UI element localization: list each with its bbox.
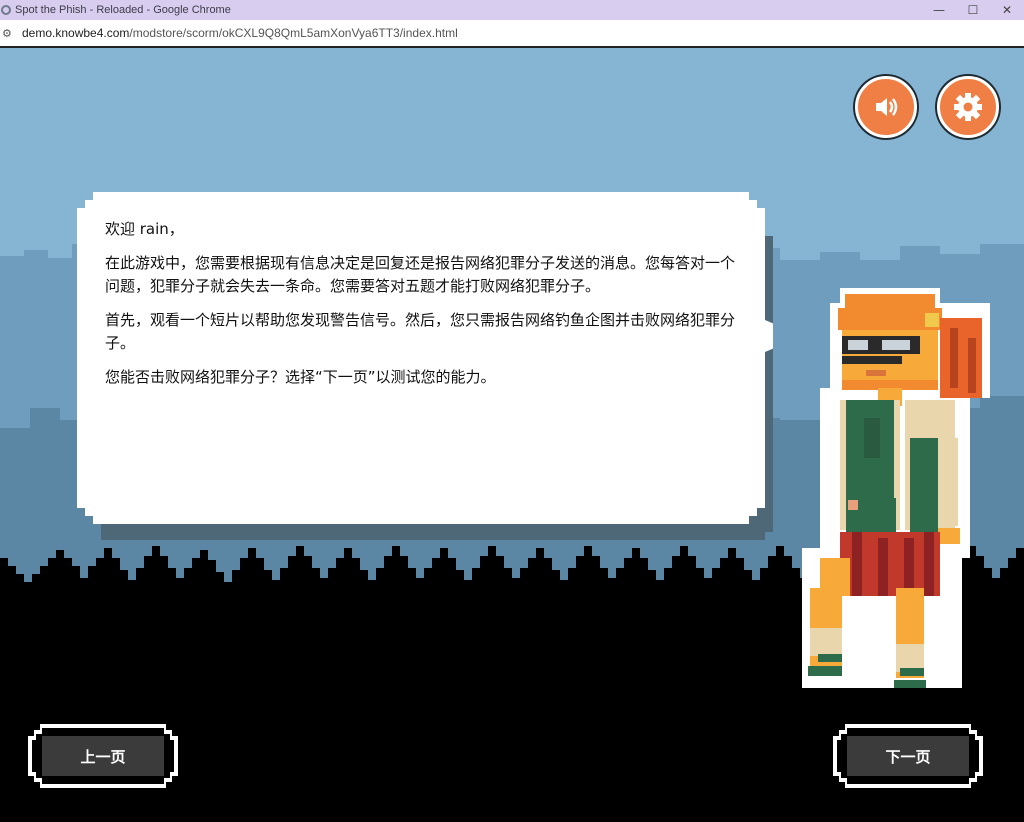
greeting-text: 欢迎 rain， <box>105 220 184 238</box>
chrome-app-icon <box>1 5 11 15</box>
address-bar[interactable]: ⚙ demo.knowbe4.com/modstore/scorm/okCXL9… <box>0 20 1024 47</box>
next-page-label: 下一页 <box>885 747 931 766</box>
url-text[interactable]: demo.knowbe4.com/modstore/scorm/okCXL9Q8… <box>22 26 458 40</box>
instruction-paragraph: 首先，观看一个短片以帮助您发现警告信号。然后，您只需报告网络钓鱼企图并击败网络犯… <box>105 311 736 352</box>
dialog-text: 欢迎 rain， 在此游戏中，您需要根据现有信息决定是回复还是报告网络犯罪分子发… <box>105 218 745 400</box>
body <box>840 388 960 546</box>
window-titlebar: Spot the Phish - Reloaded - Google Chrom… <box>0 0 1024 20</box>
maximize-button[interactable]: ☐ <box>956 0 990 20</box>
settings-button[interactable] <box>937 76 999 138</box>
sound-button[interactable] <box>855 76 917 138</box>
url-path: /modstore/scorm/okCXL9Q8QmL5amXonVya6TT3… <box>129 26 458 40</box>
gear-icon <box>954 93 982 121</box>
skirt <box>840 532 940 596</box>
game-viewport[interactable]: 欢迎 rain， 在此游戏中，您需要根据现有信息决定是回复还是报告网络犯罪分子发… <box>0 48 1024 822</box>
minimize-button[interactable]: — <box>922 0 956 20</box>
maximize-icon: ☐ <box>967 3 979 17</box>
minimize-icon: — <box>933 3 945 17</box>
speaker-icon <box>876 98 898 116</box>
next-page-button[interactable]: 下一页 <box>833 724 983 788</box>
window-title: Spot the Phish - Reloaded - Google Chrom… <box>15 4 231 16</box>
face <box>842 330 938 390</box>
intro-paragraph: 在此游戏中，您需要根据现有信息决定是回复还是报告网络犯罪分子发送的消息。您每答对… <box>105 254 736 295</box>
close-icon: ✕ <box>1001 3 1013 17</box>
site-info-icon[interactable]: ⚙ <box>2 27 16 40</box>
previous-page-button[interactable]: 上一页 <box>28 724 178 788</box>
url-host: demo.knowbe4.com <box>22 26 130 40</box>
previous-page-label: 上一页 <box>80 747 126 766</box>
challenge-paragraph: 您能否击败网络犯罪分子？选择“下一页”以测试您的能力。 <box>105 368 496 386</box>
close-button[interactable]: ✕ <box>990 0 1024 20</box>
guide-character <box>802 288 990 688</box>
speech-pointer <box>765 320 773 352</box>
